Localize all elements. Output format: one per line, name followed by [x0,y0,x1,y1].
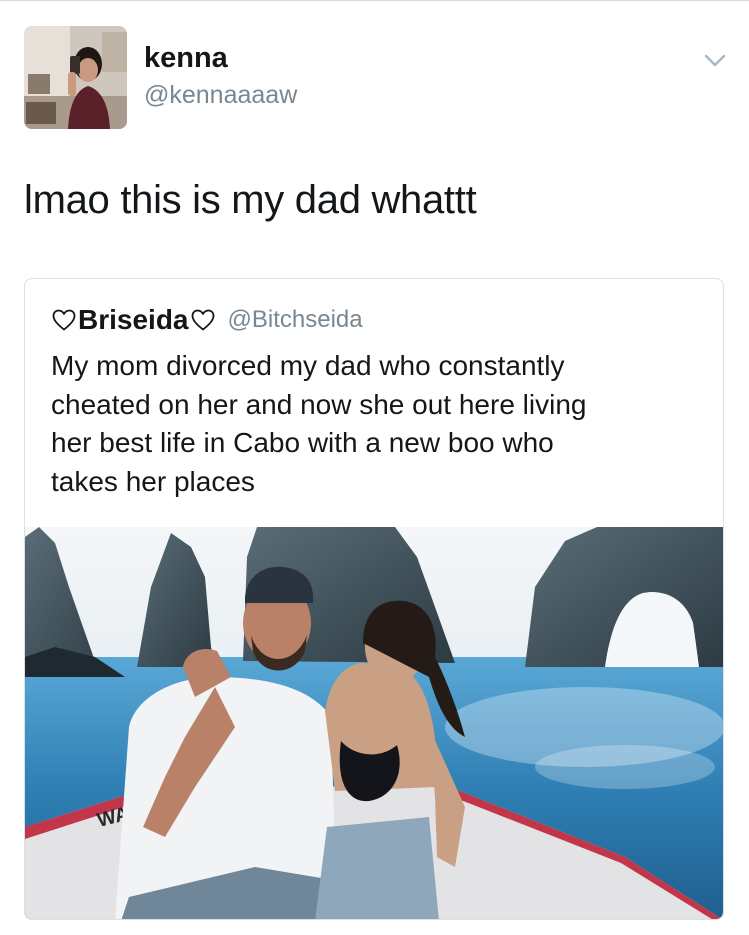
quoted-tweet-photo[interactable]: WATC [25,527,723,919]
quoted-tweet-text-line: cheated on her and now she out here livi… [51,388,587,420]
quoted-tweet-text: My mom divorced my dad who constantly ch… [51,347,701,501]
quoted-tweet-text-line: takes her places [51,465,255,497]
author-handle[interactable]: @kennaaaaw [144,80,297,110]
tweet-text: lmao this is my dad whattt [24,178,477,222]
top-divider [0,0,749,1]
author-display-name[interactable]: kenna [144,40,228,76]
heart-outline-icon [51,308,77,332]
author-avatar[interactable] [24,26,127,129]
quoted-tweet-text-line: My mom divorced my dad who constantly [51,350,565,381]
quoted-author-handle[interactable]: @Bitchseida [228,303,363,337]
quoted-tweet-text-line: her best life in Cabo with a new boo who [51,427,554,458]
quoted-author-display-name[interactable]: Briseida [78,303,189,337]
quoted-tweet-header: Briseida @Bitchseida [51,303,363,337]
heart-outline-icon [190,308,216,332]
quoted-tweet-card[interactable]: Briseida @Bitchseida My mom divorced my … [24,278,724,920]
chevron-down-icon[interactable] [702,52,728,70]
